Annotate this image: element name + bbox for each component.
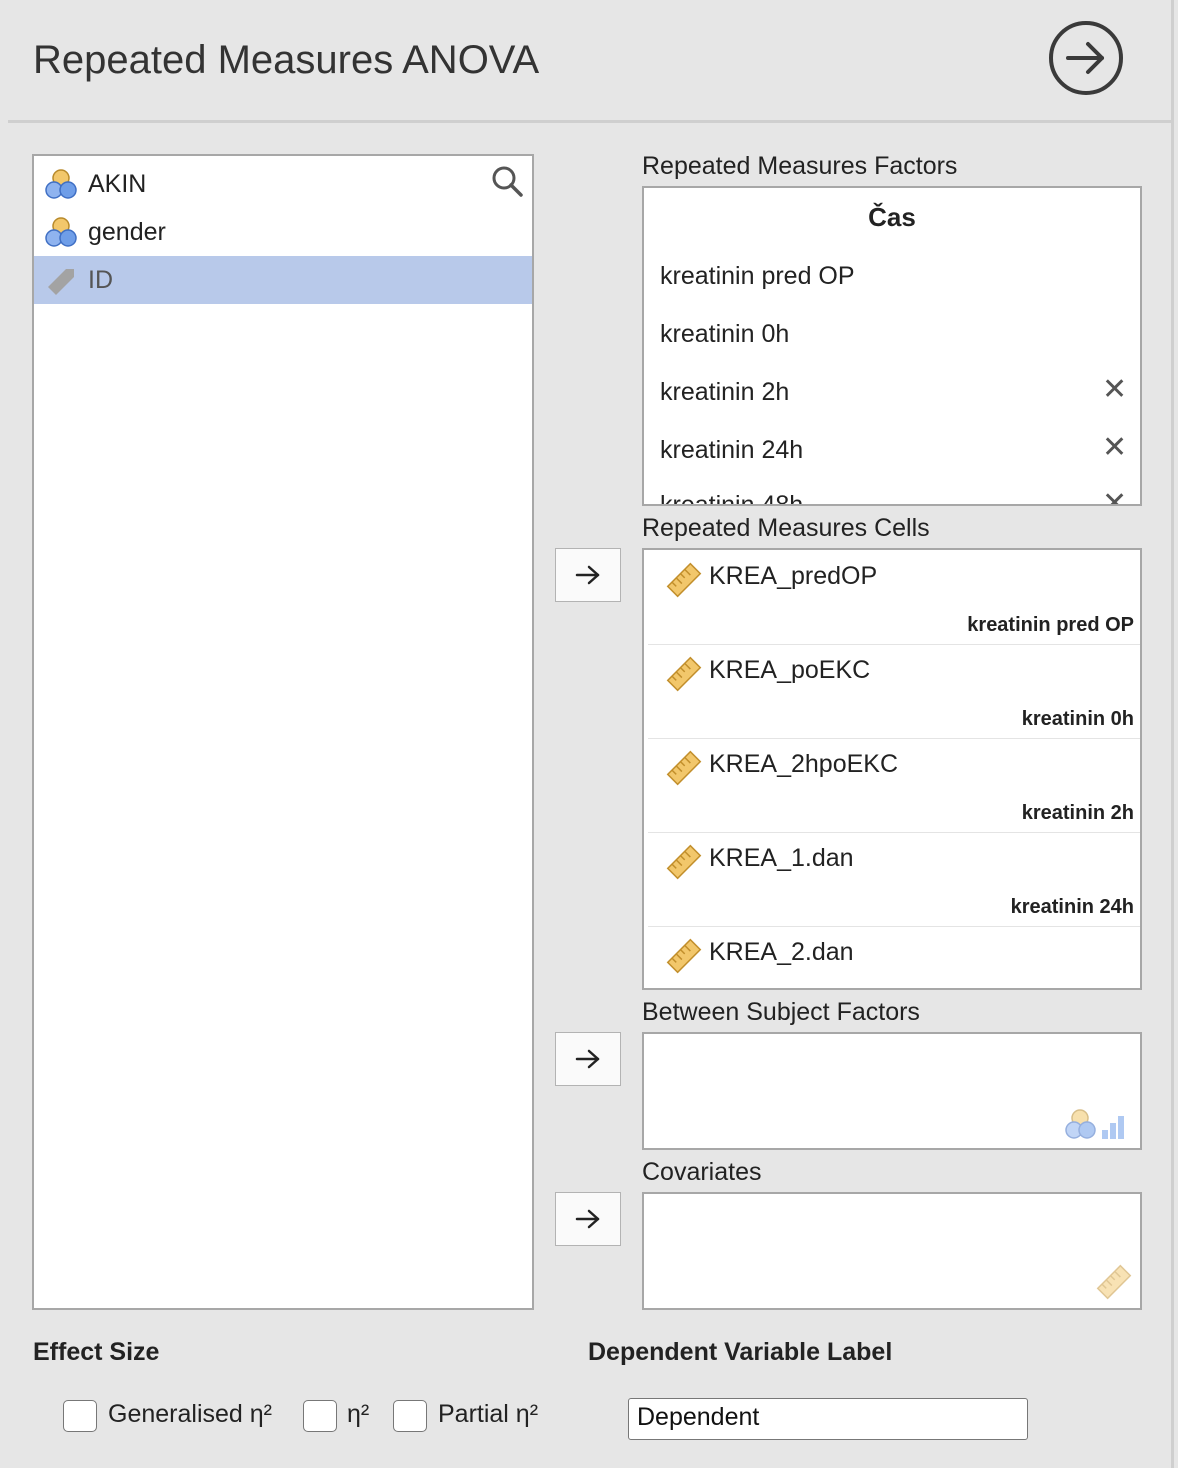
variable-item-gender[interactable]: gender [34,208,532,256]
partial-eta-checkbox[interactable] [393,1400,427,1432]
between-factors-label: Between Subject Factors [642,998,920,1026]
cell-row[interactable]: KREA_predOP kreatinin pred OP [648,550,1140,645]
dependent-label-heading: Dependent Variable Label [588,1338,893,1366]
cell-variable: KREA_2hpoEKC [709,750,899,778]
repeated-factors-box[interactable]: Čas kreatinin pred OP kreatinin 0h kreat… [642,186,1142,506]
arrow-right-icon [575,1049,600,1069]
factor-level[interactable]: kreatinin 0h [660,320,789,349]
cell-level: kreatinin 24h [1010,896,1134,918]
generalised-eta-checkbox[interactable] [63,1400,97,1432]
cell-row[interactable]: KREA_1.dan kreatinin 24h [648,832,1140,927]
arrow-right-icon [575,1209,600,1229]
remove-level-icon[interactable]: ✕ [1102,486,1127,504]
run-analysis-button[interactable] [1049,21,1123,95]
covariates-box[interactable] [642,1192,1142,1310]
nominal-icon [34,215,88,249]
variable-label: AKIN [88,169,147,198]
factor-level[interactable]: kreatinin pred OP [660,262,855,291]
cell-row[interactable]: KREA_2hpoEKC kreatinin 2h [648,738,1140,833]
move-to-cells-button[interactable] [555,548,621,602]
between-factors-box[interactable] [642,1032,1142,1150]
cell-row[interactable]: KREA_2.dan [648,926,1140,988]
move-to-between-button[interactable] [555,1032,621,1086]
search-icon[interactable] [490,164,524,203]
factor-level[interactable]: kreatinin 48h [660,491,803,504]
variable-item-akin[interactable]: AKIN [34,160,532,208]
repeated-factors-label: Repeated Measures Factors [642,152,958,180]
remove-level-icon[interactable]: ✕ [1102,372,1127,407]
factor-level[interactable]: kreatinin 2h [660,378,789,407]
repeated-cells-box[interactable]: KREA_predOP kreatinin pred OP KREA_poEKC… [642,548,1142,990]
page-title: Repeated Measures ANOVA [33,38,540,82]
eta-squared-label[interactable]: η² [347,1400,369,1429]
move-to-covariates-button[interactable] [555,1192,621,1246]
cell-level: kreatinin pred OP [967,614,1134,636]
variable-list[interactable]: AKIN gender ID [32,154,534,1310]
repeated-cells-label: Repeated Measures Cells [642,514,930,542]
eta-squared-checkbox[interactable] [303,1400,337,1432]
variable-label: ID [88,265,113,294]
scale-ruler-icon [666,562,702,603]
remove-level-icon[interactable]: ✕ [1102,430,1127,465]
arrow-right-icon [575,565,600,585]
partial-eta-label[interactable]: Partial η² [438,1400,538,1429]
scale-ruler-hint-icon [1096,1264,1132,1300]
cell-level: kreatinin 0h [1021,708,1134,730]
scale-ruler-icon [666,938,702,979]
cell-row[interactable]: KREA_poEKC kreatinin 0h [648,644,1140,739]
covariates-label: Covariates [642,1158,762,1186]
cell-variable: KREA_poEKC [709,656,871,684]
cell-level: kreatinin 2h [1021,802,1134,824]
cell-variable: KREA_2.dan [709,938,854,966]
arrow-right-circle-icon [1066,42,1104,74]
header-divider [8,120,1172,123]
cell-variable: KREA_1.dan [709,844,854,872]
variable-label: gender [88,217,166,246]
cell-variable: KREA_predOP [709,562,878,590]
dependent-label-input[interactable]: Dependent [628,1398,1028,1440]
nominal-ordinal-hint-icon [1065,1109,1124,1139]
effect-size-heading: Effect Size [33,1338,160,1366]
variable-item-id[interactable]: ID [34,256,532,304]
generalised-eta-label[interactable]: Generalised η² [108,1400,272,1429]
scale-ruler-icon [666,656,702,697]
factor-level[interactable]: kreatinin 24h [660,436,803,465]
scale-ruler-icon [666,844,702,885]
scale-ruler-icon [666,750,702,791]
id-tag-icon [34,263,88,297]
factor-name[interactable]: Čas [644,202,1140,233]
nominal-icon [34,167,88,201]
panel-edge [1171,0,1174,1468]
